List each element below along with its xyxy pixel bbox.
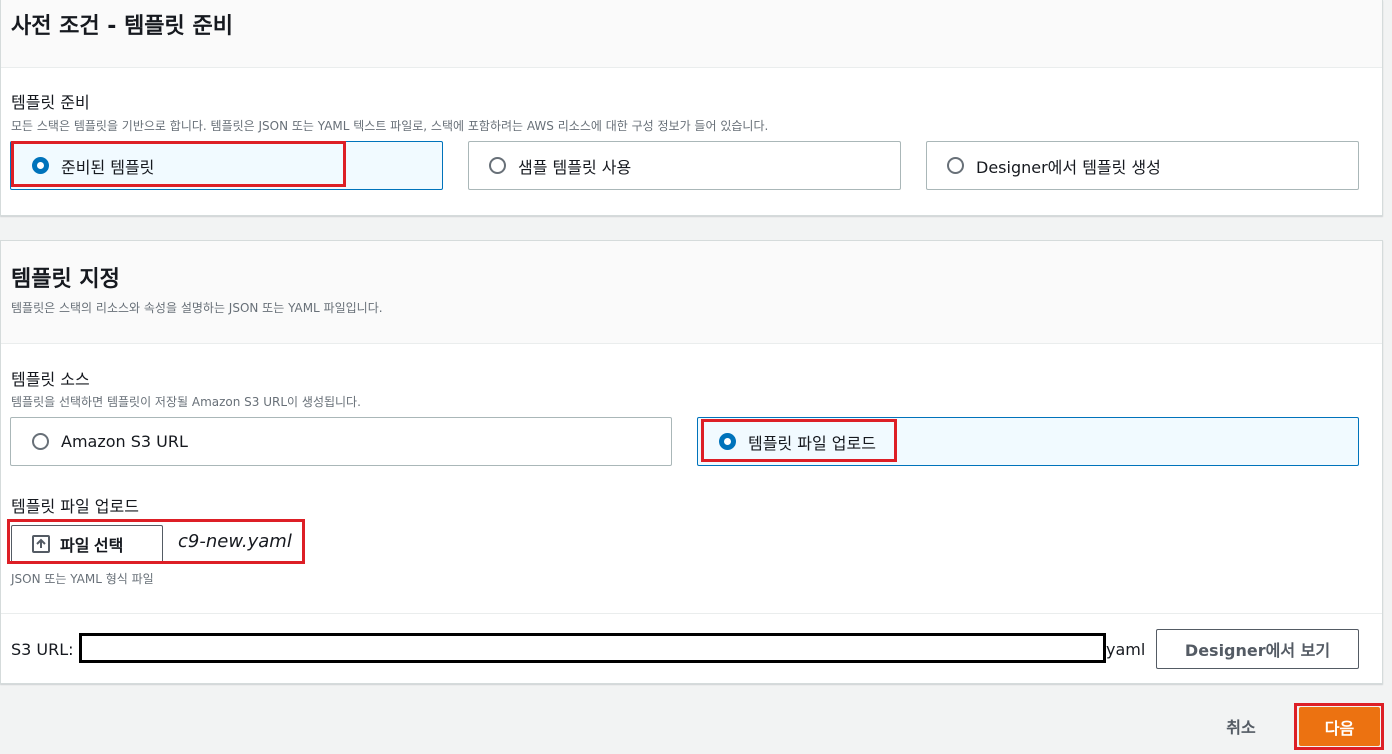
specify-template-panel: 템플릿 지정 템플릿은 스택의 리소스와 속성을 설명하는 JSON 또는 YA…	[0, 240, 1383, 684]
option-label: Designer에서 템플릿 생성	[976, 157, 1161, 177]
s3-url-value	[79, 633, 1106, 663]
prerequisite-panel: 사전 조건 - 템플릿 준비 템플릿 준비 모든 스택은 템플릿을 기반으로 합…	[0, 0, 1383, 216]
radio-selected-icon[interactable]	[719, 433, 736, 450]
template-source-label: 템플릿 소스	[11, 370, 90, 389]
page: 사전 조건 - 템플릿 준비 템플릿 준비 모든 스택은 템플릿을 기반으로 합…	[0, 0, 1392, 754]
upload-hint: JSON 또는 YAML 형식 파일	[11, 572, 154, 586]
cancel-button[interactable]: 취소	[1205, 710, 1277, 742]
option-label: Amazon S3 URL	[61, 432, 188, 451]
specify-template-title: 템플릿 지정	[11, 267, 120, 292]
next-button[interactable]: 다음	[1299, 707, 1380, 746]
radio-icon[interactable]	[947, 157, 964, 174]
option-amazon-s3-url[interactable]: Amazon S3 URL	[10, 417, 672, 466]
selected-file-name: c9-new.yaml	[178, 531, 292, 552]
choose-file-label: 파일 선택	[60, 538, 124, 555]
option-designer-template[interactable]: Designer에서 템플릿 생성	[926, 141, 1359, 190]
divider	[1, 613, 1382, 614]
radio-icon[interactable]	[32, 433, 49, 450]
prerequisite-title: 사전 조건 - 템플릿 준비	[11, 14, 233, 39]
prepare-template-desc: 모든 스택은 템플릿을 기반으로 합니다. 템플릿은 JSON 또는 YAML …	[11, 119, 769, 133]
prepare-template-label: 템플릿 준비	[11, 93, 90, 112]
option-label: 템플릿 파일 업로드	[748, 433, 876, 453]
specify-template-desc: 템플릿은 스택의 리소스와 속성을 설명하는 JSON 또는 YAML 파일입니…	[11, 301, 383, 315]
upload-file-label: 템플릿 파일 업로드	[11, 497, 139, 516]
view-in-designer-button[interactable]: Designer에서 보기	[1156, 629, 1359, 669]
choose-file-button[interactable]: 파일 선택	[11, 525, 163, 563]
option-label: 준비된 템플릿	[61, 157, 155, 177]
template-source-desc: 템플릿을 선택하면 템플릿이 저장될 Amazon S3 URL이 생성됩니다.	[11, 395, 361, 409]
s3-url-label: S3 URL:	[11, 640, 74, 659]
upload-icon	[32, 535, 50, 553]
prerequisite-header: 사전 조건 - 템플릿 준비	[1, 0, 1382, 68]
option-template-ready[interactable]: 준비된 템플릿	[10, 141, 443, 190]
specify-template-header: 템플릿 지정 템플릿은 스택의 리소스와 속성을 설명하는 JSON 또는 YA…	[1, 241, 1382, 344]
option-label: 샘플 템플릿 사용	[518, 157, 632, 177]
radio-selected-icon[interactable]	[32, 157, 49, 174]
upload-arrow-icon	[36, 538, 46, 548]
option-upload-template-file[interactable]: 템플릿 파일 업로드	[697, 417, 1359, 466]
option-sample-template[interactable]: 샘플 템플릿 사용	[468, 141, 901, 190]
radio-icon[interactable]	[489, 157, 506, 174]
s3-url-suffix: yaml	[1106, 640, 1146, 659]
